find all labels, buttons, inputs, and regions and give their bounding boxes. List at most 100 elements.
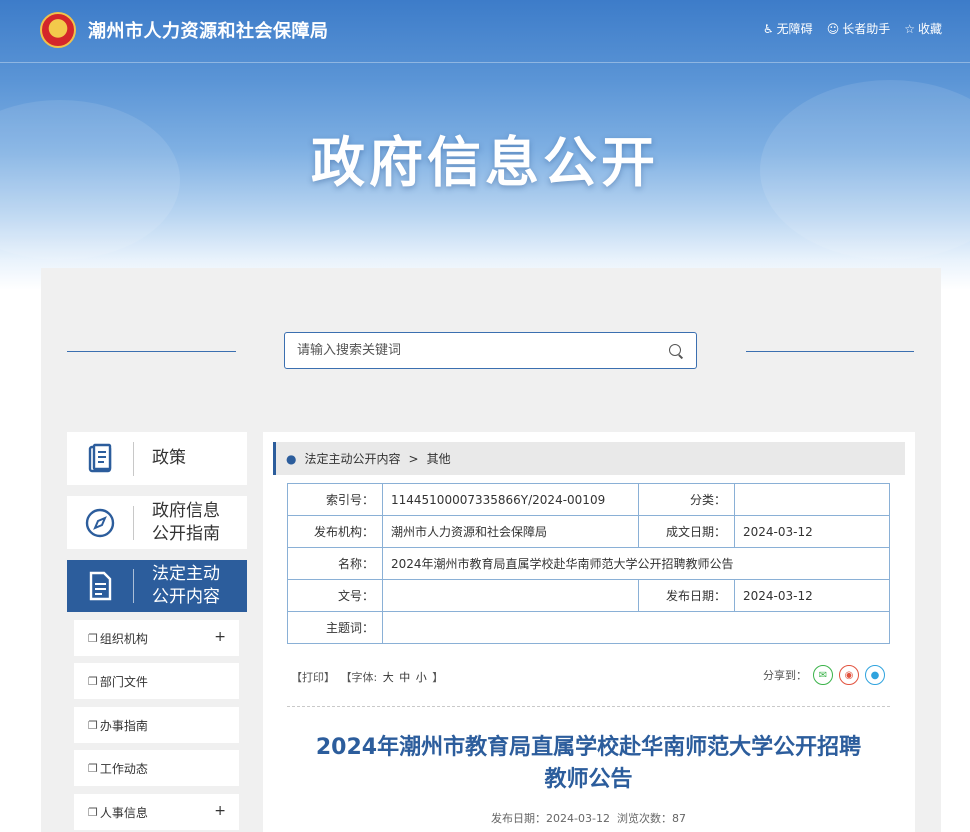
share-label: 分享到： [763,669,807,682]
main-panel: 政策 政府信息 公开指南 法定主动 公开内容 ❐ 组织机构 + ❐ 部门文件 ❐… [41,268,941,832]
article-meta: 发布日期：2024-03-12 浏览次数：87 [287,810,890,826]
meta-value: 2024-03-12 [734,515,890,548]
content-area: ● 法定主动公开内容 > 其他 索引号： 11445100007335866Y/… [263,432,915,832]
title-line: 2024年潮州市教育局直属学校赴华南师范大学公开招聘 [315,735,862,760]
date-label: 发布日期： [491,812,547,825]
views-label: 浏览次数： [616,812,672,825]
table-row: 索引号： 11445100007335866Y/2024-00109 分类： [287,483,890,516]
font-size-prefix: 【字体: [340,671,378,684]
document-meta-table: 索引号： 11445100007335866Y/2024-00109 分类： 发… [287,483,890,644]
meta-label: 名称： [287,547,383,580]
meta-label: 成文日期： [638,515,735,548]
file-icon: ❐ [88,718,98,732]
header-banner: 潮州市人力资源和社会保障局 ♿ 无障碍 ☺ 长者助手 ☆ 收藏 政府信息公开 [0,0,970,290]
table-row: 文号： 发布日期： 2024-03-12 [287,579,890,612]
accessibility-link[interactable]: ♿ 无障碍 [763,20,813,37]
weibo-icon[interactable]: ◉ [839,665,859,685]
site-name: 潮州市人力资源和社会保障局 [88,21,329,42]
sidebar-card-label: 政策 [152,448,186,468]
sidebar-item-label: 部门文件 [99,674,148,689]
favorite-link[interactable]: ☆ 收藏 [904,20,942,37]
meta-label: 分类： [638,483,735,516]
search-decor-line-right [746,351,914,352]
breadcrumb-separator: > [408,451,419,466]
font-medium-button[interactable]: 中 [399,671,410,684]
sidebar-card-label: 法定主动 公开内容 [134,563,220,609]
breadcrumb-item[interactable]: 其他 [427,450,451,467]
date-value: 2024-03-12 [546,812,610,825]
sidebar-item-personnel-info[interactable]: ❐ 人事信息 + [74,794,239,830]
table-row: 发布机构： 潮州市人力资源和社会保障局 成文日期： 2024-03-12 [287,515,890,548]
title-line: 教师公告 [544,767,633,792]
elder-assistant-label: 长者助手 [842,22,891,36]
breadcrumb: ● 法定主动公开内容 > 其他 [273,442,905,475]
meta-label: 主题词： [287,611,383,644]
search-decor-line-left [67,351,236,352]
header-divider [0,62,970,63]
table-row: 名称： 2024年潮州市教育局直属学校赴华南师范大学公开招聘教师公告 [287,547,890,580]
meta-value: 2024-03-12 [734,579,890,612]
document-icon [67,570,133,602]
sidebar-item-label: 工作动态 [99,761,148,776]
font-size-suffix: 】 [432,671,444,684]
label-line: 法定主动 [152,564,220,584]
label-line: 公开内容 [152,587,220,607]
label-line: 政府信息 [152,500,220,521]
meta-value: 潮州市人力资源和社会保障局 [382,515,639,548]
expand-icon[interactable]: + [214,629,226,645]
wheelchair-icon: ♿ [762,21,774,36]
font-small-button[interactable]: 小 [416,671,427,684]
breadcrumb-item[interactable]: 法定主动公开内容 [304,450,400,467]
meta-value: 2024年潮州市教育局直属学校赴华南师范大学公开招聘教师公告 [382,547,890,580]
file-icon: ❐ [88,761,98,775]
file-icon: ❐ [88,631,98,645]
sidebar-card-label: 政府信息 公开指南 [134,500,220,546]
location-pin-icon: ● [286,451,297,466]
article-title: 2024年潮州市教育局直属学校赴华南师范大学公开招聘 教师公告 [287,732,890,796]
site-brand[interactable]: 潮州市人力资源和社会保障局 [40,10,329,50]
file-icon: ❐ [88,805,98,819]
sidebar-item-label: 办事指南 [99,718,148,733]
sidebar-item-department-files[interactable]: ❐ 部门文件 [74,663,239,699]
accessibility-label: 无障碍 [776,22,813,36]
sidebar-card-disclosure-guide[interactable]: 政府信息 公开指南 [67,496,247,549]
qq-icon[interactable]: ● [865,665,885,685]
meta-label: 索引号： [287,483,383,516]
file-icon: ❐ [88,674,98,688]
wechat-icon[interactable]: ✉ [813,665,833,685]
share-bar: 分享到： ✉ ◉ ● [763,665,885,685]
meta-value [734,483,890,516]
views-value: 87 [671,812,686,825]
top-links: ♿ 无障碍 ☺ 长者助手 ☆ 收藏 [763,20,942,37]
search-icon[interactable] [668,343,684,359]
meta-label: 发布机构： [287,515,383,548]
book-icon [67,443,133,475]
elder-assistant-link[interactable]: ☺ 长者助手 [827,20,891,37]
sidebar-item-work-news[interactable]: ❐ 工作动态 [74,750,239,786]
star-icon: ☆ [904,21,915,36]
search-box [284,332,697,369]
font-large-button[interactable]: 大 [383,671,394,684]
sidebar-item-label: 人事信息 [99,805,148,820]
meta-value [382,611,890,644]
page-tools: 【打印】 【字体: 大 中 小 】 [291,669,445,685]
search-input[interactable] [297,343,668,358]
table-row: 主题词： [287,611,890,644]
banner-title: 政府信息公开 [311,131,659,194]
expand-icon[interactable]: + [214,803,226,819]
national-emblem-icon [40,12,76,48]
sidebar-item-organization[interactable]: ❐ 组织机构 + [74,620,239,656]
compass-icon [67,507,133,539]
label-line: 公开指南 [152,523,220,544]
elder-assistant-icon: ☺ [826,21,840,36]
content-divider [287,706,890,707]
meta-label: 文号： [287,579,383,612]
sidebar-card-statutory-disclosure[interactable]: 法定主动 公开内容 [67,560,247,612]
sidebar-card-policy[interactable]: 政策 [67,432,247,485]
meta-label: 发布日期： [638,579,735,612]
sidebar-item-service-guide[interactable]: ❐ 办事指南 [74,707,239,743]
print-button[interactable]: 【打印】 [291,671,335,684]
sidebar-item-label: 组织机构 [99,631,148,646]
meta-value: 11445100007335866Y/2024-00109 [382,483,639,516]
meta-value [382,579,639,612]
